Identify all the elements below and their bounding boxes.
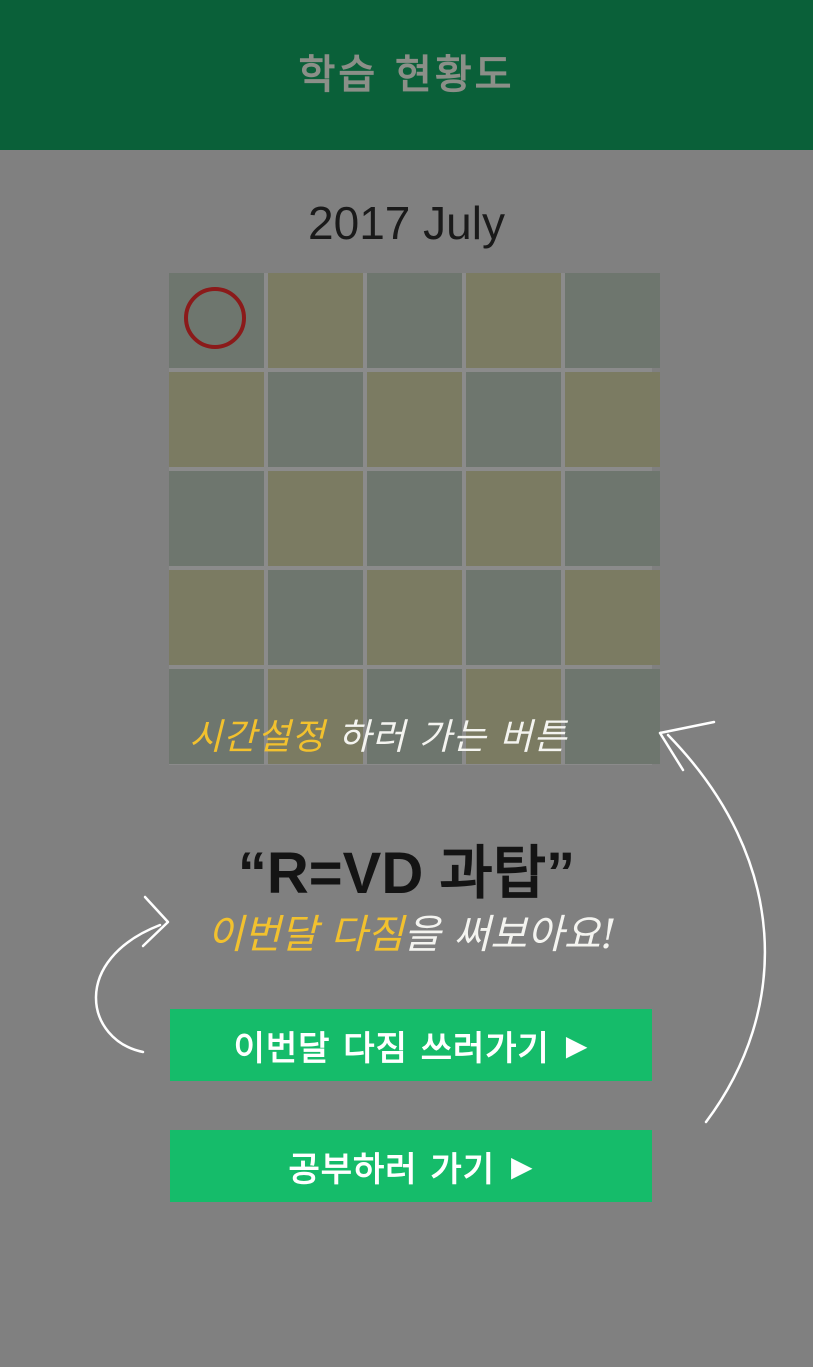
calendar-day-cell[interactable]: [268, 570, 363, 665]
time-setting-hint-rest: 하러 가는 버튼: [325, 717, 568, 758]
calendar-day-cell[interactable]: [169, 570, 264, 665]
calendar-day-cell[interactable]: [169, 372, 264, 467]
calendar-day-cell[interactable]: [268, 471, 363, 566]
curved-arrow-left: [94, 923, 162, 1054]
go-study-button[interactable]: 공부하러 가기 ▶: [170, 1130, 652, 1202]
today-marker: [184, 287, 246, 349]
write-resolution-button[interactable]: 이번달 다짐 쓰러가기 ▶: [170, 1009, 652, 1081]
calendar-day-cell[interactable]: [565, 372, 660, 467]
page-title: 학습 현황도: [298, 52, 515, 98]
resolution-hint-highlight: 이번달 다짐: [207, 912, 404, 958]
time-setting-hint: 시간설정 하러 가는 버튼: [189, 708, 568, 760]
calendar-day-cell[interactable]: [565, 669, 660, 764]
calendar-day-cell[interactable]: [367, 471, 462, 566]
calendar-day-cell[interactable]: [367, 570, 462, 665]
calendar-day-cell[interactable]: [565, 570, 660, 665]
calendar-day-cell[interactable]: [466, 372, 561, 467]
play-arrow-icon: ▶: [565, 1028, 589, 1062]
calendar-day-cell[interactable]: [565, 471, 660, 566]
calendar-day-cell[interactable]: [565, 273, 660, 368]
calendar-day-cell[interactable]: [169, 471, 264, 566]
study-calendar-grid: [169, 273, 660, 765]
calendar-day-cell[interactable]: [268, 372, 363, 467]
calendar-day-cell[interactable]: [466, 471, 561, 566]
calendar-day-cell[interactable]: [367, 273, 462, 368]
arrow-head-right: [658, 720, 716, 772]
write-resolution-label: 이번달 다짐 쓰러가기: [233, 1028, 550, 1069]
calendar-day-cell[interactable]: [466, 273, 561, 368]
curved-arrow-right: [666, 733, 767, 1124]
app-header: 학습 현황도: [0, 0, 813, 150]
go-study-label: 공부하러 가기: [288, 1149, 495, 1190]
resolution-hint: 이번달 다짐을 써보아요!: [207, 902, 617, 960]
time-setting-hint-highlight: 시간설정: [189, 717, 326, 758]
calendar-day-cell[interactable]: [268, 273, 363, 368]
play-arrow-icon: ▶: [510, 1149, 534, 1183]
calendar-day-cell[interactable]: [466, 570, 561, 665]
calendar-day-cell[interactable]: [367, 372, 462, 467]
resolution-hint-rest: 을 써보아요!: [403, 912, 617, 958]
monthly-motto: “R=VD 과탑”: [237, 841, 576, 906]
calendar-month-label: 2017 July: [308, 197, 505, 249]
